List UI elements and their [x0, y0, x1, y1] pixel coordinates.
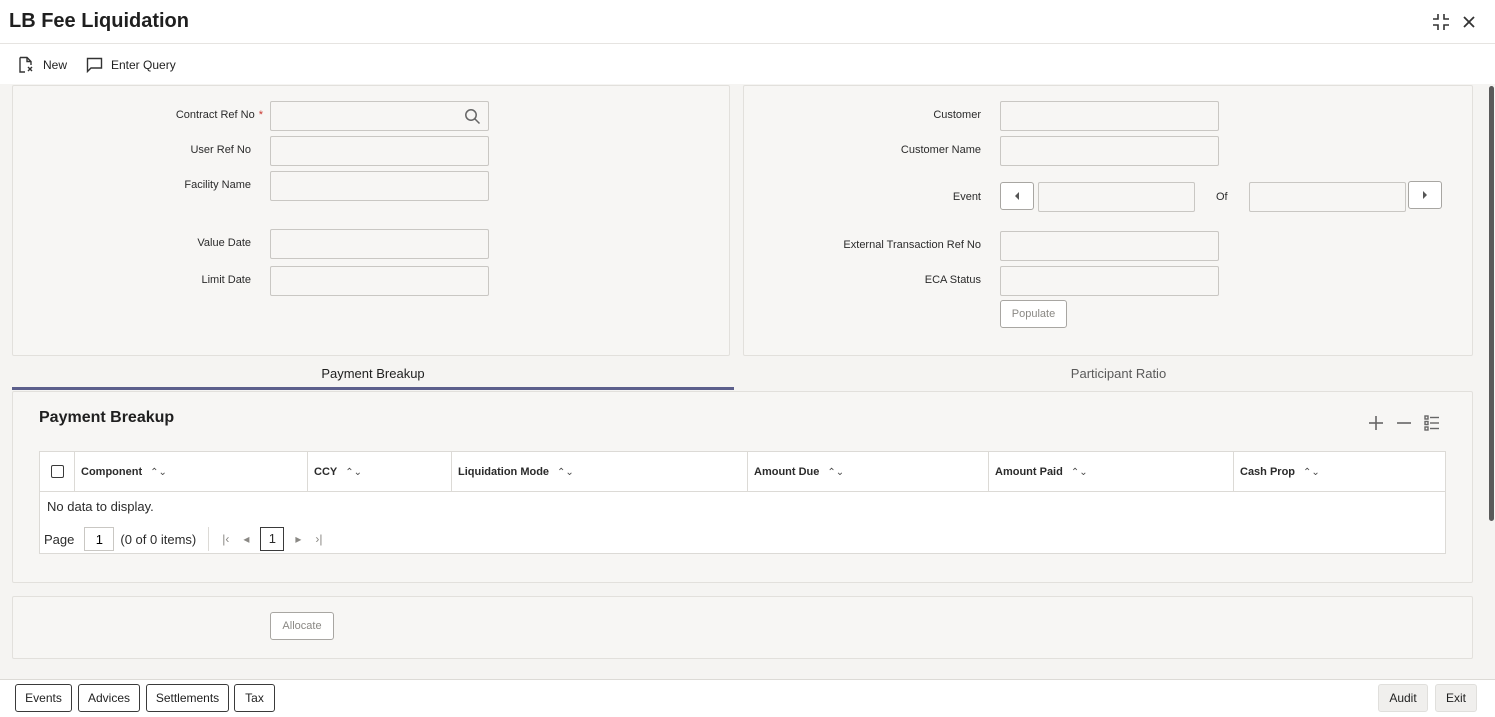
column-amount-due[interactable]: Amount Due ⌃⌄ — [747, 452, 989, 492]
page-title: LB Fee Liquidation — [9, 10, 189, 32]
of-label: Of — [1216, 191, 1228, 203]
tab-participant-ratio[interactable]: Participant Ratio — [746, 360, 1491, 390]
populate-button[interactable]: Populate — [1000, 300, 1067, 328]
new-button[interactable]: New — [17, 56, 67, 74]
settlements-button[interactable]: Settlements — [146, 684, 229, 712]
search-icon[interactable] — [464, 108, 481, 128]
ext-txn-ref-input[interactable] — [1000, 231, 1219, 261]
value-date-label: Value Date — [197, 237, 251, 249]
audit-button[interactable]: Audit — [1378, 684, 1428, 712]
sort-icon: ⌃⌄ — [1303, 466, 1320, 478]
column-amount-paid[interactable]: Amount Paid ⌃⌄ — [988, 452, 1233, 492]
tax-button[interactable]: Tax — [234, 684, 275, 712]
new-document-icon — [19, 56, 33, 73]
facility-name-input[interactable] — [270, 171, 489, 201]
events-button[interactable]: Events — [15, 684, 72, 712]
close-icon[interactable] — [1459, 12, 1479, 32]
column-cash-prop[interactable]: Cash Prop ⌃⌄ — [1233, 452, 1445, 492]
advices-button[interactable]: Advices — [78, 684, 140, 712]
previous-page-icon[interactable]: ◂ — [243, 532, 249, 546]
column-component[interactable]: Component ⌃⌄ — [74, 452, 307, 492]
value-date-input[interactable] — [270, 229, 489, 259]
caret-right-icon — [1423, 191, 1427, 199]
tab-payment-breakup[interactable]: Payment Breakup — [12, 360, 734, 390]
payment-breakup-table: Component ⌃⌄ CCY ⌃⌄ Liquidation Mode ⌃⌄ Amo… — [39, 451, 1446, 554]
items-count: (0 of 0 items) — [120, 531, 197, 547]
facility-name-label: Facility Name — [184, 179, 251, 191]
table-header: Component ⌃⌄ CCY ⌃⌄ Liquidation Mode ⌃⌄ Amo… — [40, 452, 1445, 492]
payment-breakup-title: Payment Breakup — [39, 409, 175, 426]
contract-details-panel: Contract Ref No * User Ref No Facility Na… — [12, 85, 730, 356]
select-all-checkbox[interactable] — [51, 465, 64, 478]
new-button-label: New — [43, 58, 68, 72]
collapse-icon[interactable] — [1431, 12, 1451, 32]
eca-status-label: ECA Status — [924, 274, 981, 286]
limit-date-input[interactable] — [270, 266, 489, 296]
sort-icon: ⌃⌄ — [150, 466, 167, 478]
no-data-message: No data to display. — [47, 499, 154, 514]
sort-icon: ⌃⌄ — [1070, 466, 1088, 478]
contract-ref-input[interactable] — [270, 101, 489, 131]
user-ref-input[interactable] — [270, 136, 489, 166]
query-chat-icon — [86, 57, 103, 73]
first-page-icon[interactable]: |‹ — [222, 532, 229, 546]
enter-query-label: Enter Query — [111, 58, 176, 72]
exit-button[interactable]: Exit — [1435, 684, 1477, 712]
allocate-button[interactable]: Allocate — [270, 612, 334, 640]
list-view-icon[interactable] — [1423, 414, 1441, 434]
sort-icon: ⌃⌄ — [345, 466, 362, 478]
contract-ref-label: Contract Ref No * — [175, 109, 263, 121]
current-page-button[interactable]: 1 — [260, 527, 285, 551]
footer-bar: Events Advices Settlements Tax Audit Exi… — [0, 679, 1495, 717]
allocate-panel: Allocate — [12, 596, 1473, 659]
user-ref-label: User Ref No — [190, 144, 251, 156]
next-page-icon[interactable]: ▸ — [295, 532, 301, 546]
pagination: Page (0 of 0 items) |‹ ◂ 1 ▸ ›| — [44, 527, 330, 551]
sort-icon: ⌃⌄ — [827, 466, 845, 478]
ext-txn-ref-label: External Transaction Ref No — [843, 239, 981, 251]
required-marker: * — [258, 109, 263, 121]
title-bar: LB Fee Liquidation — [0, 0, 1495, 44]
customer-name-input[interactable] — [1000, 136, 1219, 166]
column-ccy[interactable]: CCY ⌃⌄ — [307, 452, 452, 492]
sort-icon: ⌃⌄ — [557, 466, 574, 478]
toolbar: New Enter Query — [0, 44, 1495, 84]
last-page-icon[interactable]: ›| — [315, 532, 322, 546]
event-next-button[interactable] — [1408, 181, 1442, 209]
customer-label: Customer — [933, 109, 981, 121]
of-input[interactable] — [1249, 182, 1406, 212]
page-label: Page — [44, 531, 75, 547]
add-row-icon[interactable] — [1367, 414, 1385, 434]
customer-name-label: Customer Name — [900, 144, 981, 156]
customer-input[interactable] — [1000, 101, 1219, 131]
pager-divider — [208, 527, 210, 551]
enter-query-button[interactable]: Enter Query — [86, 56, 176, 74]
caret-left-icon — [1015, 192, 1019, 200]
eca-status-input[interactable] — [1000, 266, 1219, 296]
event-previous-button[interactable] — [1000, 182, 1034, 210]
customer-details-panel: Customer Customer Name Event Of External… — [743, 85, 1473, 356]
column-liquidation-mode[interactable]: Liquidation Mode ⌃⌄ — [451, 452, 748, 492]
event-label: Event — [952, 191, 981, 203]
limit-date-label: Limit Date — [201, 274, 251, 286]
delete-row-icon[interactable] — [1395, 414, 1413, 434]
page-number-input[interactable] — [84, 527, 115, 551]
vertical-scrollbar[interactable] — [1489, 86, 1494, 521]
event-input[interactable] — [1038, 182, 1195, 212]
